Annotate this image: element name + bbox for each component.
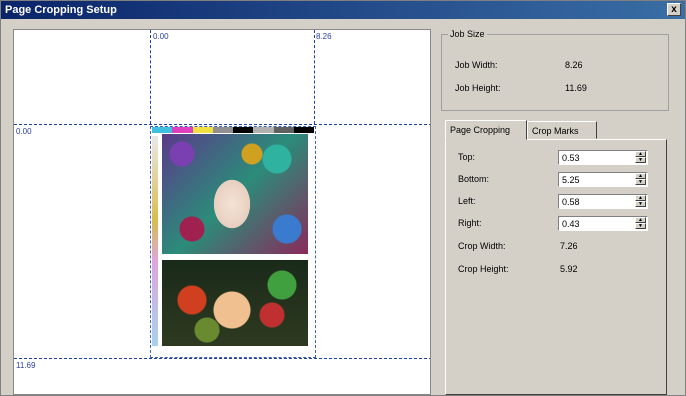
job-size-group: Job Size (441, 29, 669, 111)
right-input[interactable] (560, 217, 632, 230)
color-bar-swatch (273, 127, 294, 133)
preview-photo-woman (162, 134, 308, 254)
color-bar-swatch (172, 127, 193, 133)
job-size-legend: Job Size (450, 29, 485, 39)
bottom-label: Bottom: (458, 174, 490, 184)
bottom-decrement-button[interactable]: ▼ (635, 179, 646, 185)
job-width-label: Job Width: (455, 60, 498, 70)
color-bar-swatch (152, 127, 173, 133)
left-label: Left: (458, 196, 476, 206)
close-button[interactable]: x (667, 3, 681, 16)
bottom-stepper[interactable]: ▲ ▼ (558, 172, 648, 187)
top-input[interactable] (560, 151, 632, 164)
left-stepper[interactable]: ▲ ▼ (558, 194, 648, 209)
crop-guide-left[interactable] (150, 30, 151, 124)
crop-guide-bottom[interactable] (14, 358, 430, 359)
job-height-label: Job Height: (455, 83, 501, 93)
left-ruler-end: 11.69 (16, 361, 36, 370)
title-bar[interactable]: Page Cropping Setup (1, 1, 685, 19)
tab-crop-marks[interactable]: Crop Marks (527, 121, 597, 139)
page-cropping-panel: Top: ▲ ▼ Bottom: ▲ ▼ Left: ▲ ▼ Right: (445, 139, 667, 395)
crop-guide-top[interactable] (14, 124, 430, 125)
color-bar-swatch (233, 127, 254, 133)
color-bar-swatch (253, 127, 274, 133)
top-stepper[interactable]: ▲ ▼ (558, 150, 648, 165)
tab-page-cropping[interactable]: Page Cropping (445, 120, 527, 140)
preview-photo-vegetables (162, 260, 308, 346)
page-preview[interactable]: 0.00 8.26 0.00 11.69 (13, 29, 431, 395)
right-decrement-button[interactable]: ▼ (635, 223, 646, 229)
color-bar-swatch (293, 127, 314, 133)
registration-strip (152, 136, 158, 346)
crop-height-label: Crop Height: (458, 264, 509, 274)
top-ruler-start: 0.00 (153, 32, 169, 41)
color-bar (152, 127, 314, 133)
left-input[interactable] (560, 195, 632, 208)
settings-panel: Job Size Job Width: 8.26 Job Height: 11.… (441, 29, 675, 395)
top-decrement-button[interactable]: ▼ (635, 157, 646, 163)
page-cropping-setup-dialog: Page Cropping Setup x 0.00 8.26 0.00 11.… (0, 0, 686, 396)
color-bar-swatch (212, 127, 233, 133)
crop-height-value: 5.92 (560, 264, 578, 274)
job-height-value: 11.69 (565, 83, 587, 93)
right-label: Right: (458, 218, 482, 228)
left-decrement-button[interactable]: ▼ (635, 201, 646, 207)
color-bar-swatch (192, 127, 213, 133)
right-stepper[interactable]: ▲ ▼ (558, 216, 648, 231)
bottom-input[interactable] (560, 173, 632, 186)
crop-guide-right[interactable] (314, 30, 315, 124)
window-title: Page Cropping Setup (5, 4, 117, 16)
top-ruler-end: 8.26 (316, 32, 332, 41)
top-label: Top: (458, 152, 476, 162)
job-width-value: 8.26 (565, 60, 583, 70)
left-ruler-start: 0.00 (16, 127, 32, 136)
crop-width-value: 7.26 (560, 241, 578, 251)
crop-width-label: Crop Width: (458, 241, 506, 251)
